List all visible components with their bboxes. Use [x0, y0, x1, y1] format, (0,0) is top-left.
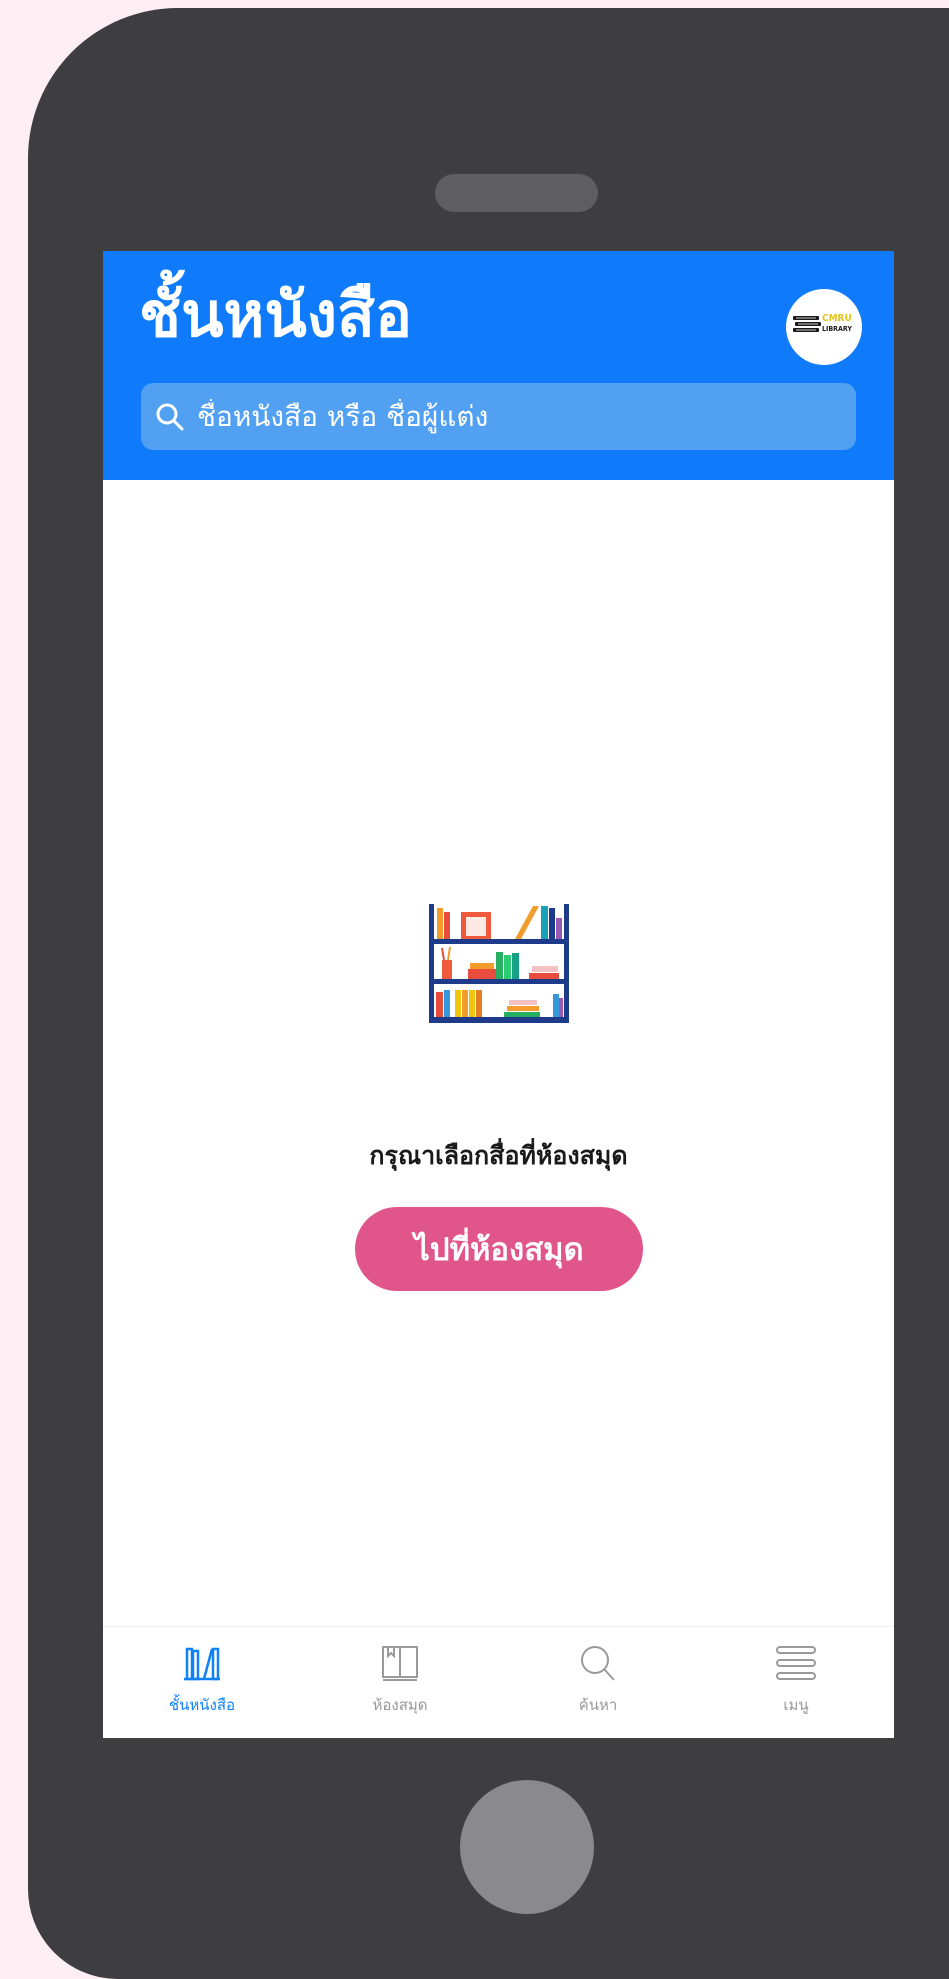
- phone-speaker: [435, 174, 598, 212]
- logo-text: CMRU LIBRARY: [822, 313, 852, 335]
- books-logo-icon: [793, 316, 821, 332]
- tab-label: ชั้นหนังสือ: [168, 1696, 236, 1714]
- tab-label: เมนู: [783, 1696, 809, 1714]
- app-header: ชั้นหนังสือ CMRU LIBRARY: [103, 251, 894, 480]
- search-input[interactable]: [195, 399, 839, 434]
- tab-label: ค้นหา: [578, 1696, 618, 1714]
- search-icon: [156, 403, 184, 430]
- library-logo[interactable]: CMRU LIBRARY: [786, 289, 862, 365]
- bottom-tab-bar: ชั้นหนังสือ ห้องสมุด ค้นหา เมนู: [103, 1626, 894, 1738]
- bookshelf-illustration: [429, 904, 569, 1023]
- go-to-library-button[interactable]: ไปที่ห้องสมุด: [355, 1207, 643, 1291]
- logo-line2: LIBRARY: [822, 325, 852, 333]
- tab-search[interactable]: ค้นหา: [499, 1627, 697, 1738]
- menu-icon: [776, 1646, 816, 1680]
- empty-state-message: กรุณาเลือกสื่อที่ห้องสมุด: [369, 1141, 628, 1170]
- bookshelf-icon: [184, 1647, 220, 1681]
- app-screen: ชั้นหนังสือ CMRU LIBRARY ชื่อหนังสือ หรื…: [103, 251, 894, 1738]
- phone-home-button[interactable]: [460, 1780, 594, 1914]
- tab-bookshelf[interactable]: ชั้นหนังสือ: [103, 1627, 301, 1738]
- search-icon: [581, 1646, 615, 1681]
- tab-menu[interactable]: เมนู: [697, 1627, 894, 1738]
- book-icon: [382, 1646, 418, 1681]
- tab-library[interactable]: ห้องสมุด: [301, 1627, 499, 1738]
- logo-line1: CMRU: [822, 313, 852, 324]
- search-bar[interactable]: [141, 383, 856, 450]
- page-title: ชั้นหนังสือ: [139, 278, 413, 351]
- tab-label: ห้องสมุด: [372, 1696, 428, 1714]
